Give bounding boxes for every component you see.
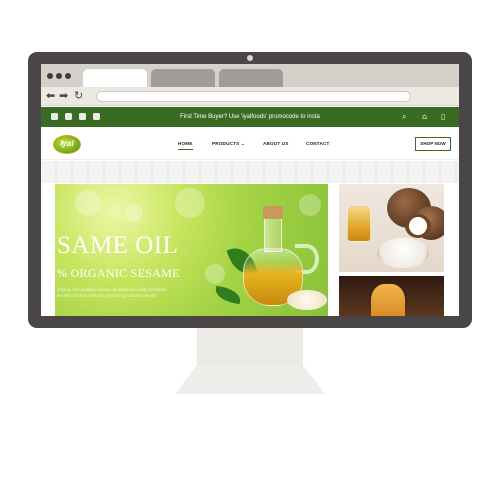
coconut-half xyxy=(405,214,431,238)
announcement-text: First Time Buyer? Use 'iyalfoods' promoc… xyxy=(180,114,320,120)
bokeh-circle xyxy=(205,264,225,284)
window-control-close[interactable] xyxy=(47,73,53,79)
bokeh-circle xyxy=(75,190,101,216)
oil-bottle-image[interactable] xyxy=(339,276,444,316)
monitor-bezel: ⬅ ➡ ↻ First Time Buyer? Use 'iyalfoods' … xyxy=(28,52,472,328)
reload-icon[interactable]: ↻ xyxy=(74,89,83,103)
window-control-maximize[interactable] xyxy=(65,73,71,79)
back-icon[interactable]: ⬅ xyxy=(46,89,55,103)
forward-icon[interactable]: ➡ xyxy=(59,89,68,103)
logo-text: Iyal xyxy=(60,139,74,148)
monitor-base xyxy=(175,366,325,394)
cart-icon[interactable]: ▯ xyxy=(441,111,445,122)
decorative-strip xyxy=(41,161,459,183)
nav-products[interactable]: PRODUCTS ⌄ xyxy=(212,141,245,147)
account-icon[interactable]: ⌂ xyxy=(422,111,427,122)
monitor-neck xyxy=(197,328,303,368)
site-header: Iyal HOME PRODUCTS ⌄ ABOUT US CONTACT SH… xyxy=(41,127,459,160)
jug-cork xyxy=(263,206,283,219)
nav-home[interactable]: HOME xyxy=(178,141,193,150)
shop-now-button[interactable]: SHOP NOW xyxy=(415,137,451,151)
hero-description: organic cold pressed sesame oil extracte… xyxy=(57,287,166,298)
site-logo[interactable]: Iyal xyxy=(53,135,81,154)
browser-window: ⬅ ➡ ↻ First Time Buyer? Use 'iyalfoods' … xyxy=(41,64,459,316)
chevron-down-icon: ⌄ xyxy=(240,141,245,146)
hero-banner[interactable]: SAME OIL % ORGANIC SESAME organic cold p… xyxy=(55,184,328,316)
announcement-bar: First Time Buyer? Use 'iyalfoods' promoc… xyxy=(41,107,459,127)
sesame-seeds-image xyxy=(287,290,327,310)
hero-subtitle: % ORGANIC SESAME xyxy=(57,266,180,280)
nav-products-label: PRODUCTS xyxy=(212,141,240,146)
coconut-oil-image[interactable] xyxy=(339,184,444,272)
tab-bar xyxy=(41,64,459,87)
nav-about[interactable]: ABOUT US xyxy=(263,141,289,147)
search-icon[interactable]: ⌕ xyxy=(402,111,406,122)
coconut-bowl xyxy=(377,238,429,268)
oil-jar xyxy=(347,206,371,242)
oil-bottle xyxy=(371,284,405,316)
tab-2[interactable] xyxy=(151,69,215,87)
monitor-mockup: ⬅ ➡ ↻ First Time Buyer? Use 'iyalfoods' … xyxy=(0,0,500,500)
jug-neck xyxy=(264,218,282,252)
hero-title: SAME OIL xyxy=(57,232,179,259)
bokeh-circle xyxy=(299,194,321,216)
bokeh-circle xyxy=(125,204,143,222)
nav-contact[interactable]: CONTACT xyxy=(306,141,330,147)
bokeh-circle xyxy=(175,188,205,218)
tab-active[interactable] xyxy=(83,69,147,87)
camera-dot xyxy=(247,55,253,61)
leaf-image xyxy=(213,285,243,305)
address-bar[interactable] xyxy=(96,91,411,102)
tab-3[interactable] xyxy=(219,69,283,87)
window-control-minimize[interactable] xyxy=(56,73,62,79)
browser-toolbar: ⬅ ➡ ↻ xyxy=(41,87,459,106)
window-controls xyxy=(47,73,71,79)
